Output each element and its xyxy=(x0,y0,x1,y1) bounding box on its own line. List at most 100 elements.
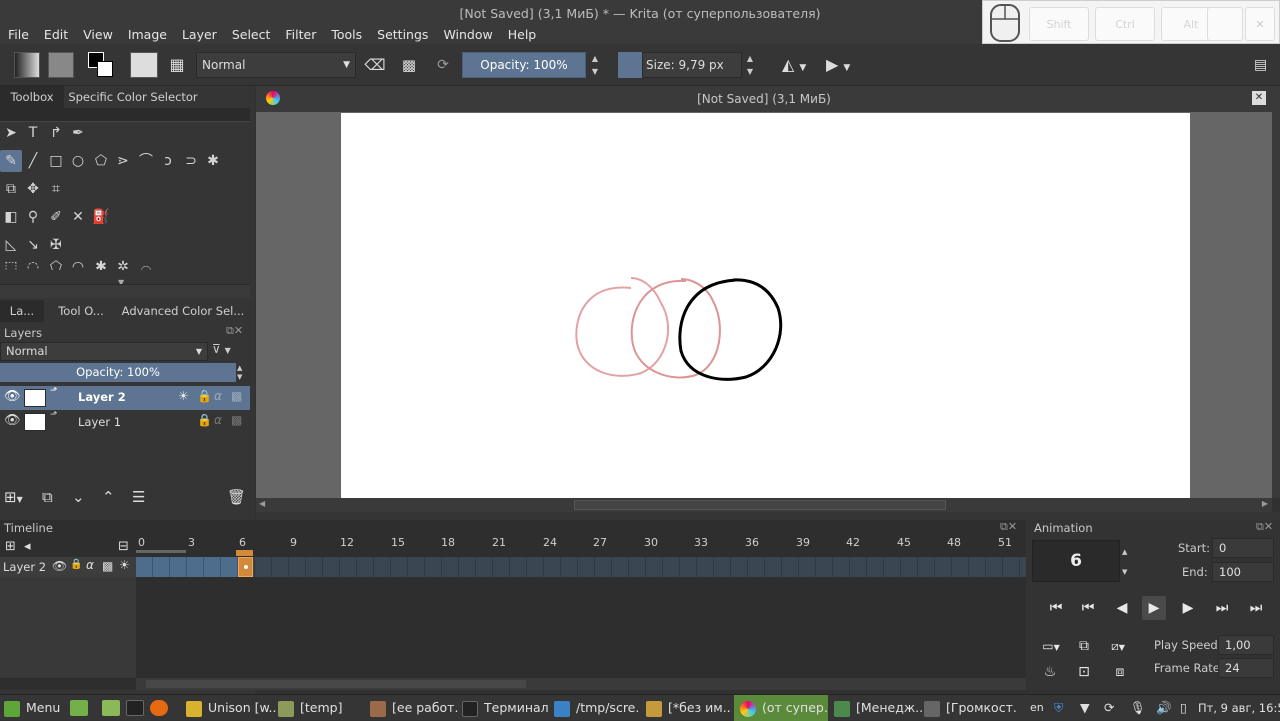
duplicate-keyframe-icon[interactable]: ⧉ xyxy=(1072,634,1096,658)
zoom-timeline-icon[interactable]: ⊟ xyxy=(118,539,129,554)
filled-frames[interactable] xyxy=(136,557,238,577)
pattern-swatch[interactable] xyxy=(48,52,74,78)
layer-row[interactable]: 👁 ⬏ Layer 1 🔒 α ▩ xyxy=(0,410,250,434)
opacity-slider[interactable]: Opacity: 100% xyxy=(462,52,586,78)
clock[interactable]: Пт, 9 авг, 16:53 xyxy=(1198,695,1280,721)
frame-ruler[interactable]: 0 3 6 9 12 15 18 21 24 27 30 33 36 39 42… xyxy=(136,536,1026,552)
network-icon[interactable]: ▼ xyxy=(1080,695,1090,721)
eraser-icon[interactable]: ⌫ xyxy=(364,52,386,78)
play-icon[interactable]: ▶ xyxy=(1142,596,1166,620)
layer-name[interactable]: Layer 2 xyxy=(78,390,126,404)
tab-tool-options[interactable]: Tool O... xyxy=(46,300,116,322)
terminal-icon[interactable] xyxy=(126,700,144,716)
volume-icon[interactable]: 🔊 xyxy=(1156,695,1172,721)
tab-advanced-color-selector[interactable]: Advanced Color Sel... xyxy=(118,300,248,322)
onion-skin-icon[interactable]: ☀ xyxy=(119,558,130,572)
lock-icon[interactable]: 🔒 xyxy=(197,389,212,403)
fg-bg-color-selector[interactable] xyxy=(88,52,114,78)
sync-icon[interactable]: ⟳ xyxy=(1104,695,1114,721)
mirror-vertical-icon[interactable]: ▶ ▼ xyxy=(826,52,862,78)
eye-icon[interactable]: 👁 xyxy=(4,389,21,404)
menu-view[interactable]: View xyxy=(75,26,120,44)
task-volume[interactable]: [Громкост... xyxy=(924,695,1018,721)
canvas-paper[interactable] xyxy=(341,113,1190,498)
crop-tool-icon[interactable]: ⌗ xyxy=(45,178,67,200)
current-frame-display[interactable]: 6 xyxy=(1032,540,1120,582)
alpha-lock-icon[interactable]: α xyxy=(86,558,94,572)
outline-select-icon[interactable]: ◠ xyxy=(67,256,89,270)
menu-settings[interactable]: Settings xyxy=(369,26,435,44)
brush-preset-icon[interactable] xyxy=(130,52,158,78)
task-terminal[interactable]: Терминал xyxy=(462,695,548,721)
size-spin[interactable]: ▲ ▼ xyxy=(743,52,757,78)
task-krita[interactable]: (от супер... xyxy=(734,695,828,721)
ellipse-select-icon[interactable]: ◌ xyxy=(22,256,44,270)
files-icon[interactable] xyxy=(102,700,120,716)
tab-specific-color-selector[interactable]: Specific Color Selector xyxy=(66,86,200,108)
docker-float-close-icon[interactable]: ⧉✕ xyxy=(226,324,243,338)
menu-window[interactable]: Window xyxy=(435,26,499,44)
timeline-hscrollbar[interactable] xyxy=(136,678,1026,690)
keyboard-layout[interactable]: en xyxy=(1030,695,1044,721)
previous-keyframe-icon[interactable]: ⏮ xyxy=(1076,596,1100,620)
onion-skins-icon[interactable]: ♨ xyxy=(1038,660,1062,684)
eye-icon[interactable]: 👁 xyxy=(4,413,21,428)
colorize-mask-icon[interactable]: ✕ xyxy=(67,206,89,228)
task-manager[interactable]: [Менедж... xyxy=(834,695,922,721)
move-tool-icon[interactable]: ✥ xyxy=(22,178,44,200)
layer-blend-mode-select[interactable]: Normal ▼ xyxy=(0,342,208,361)
start-menu-button[interactable]: Menu xyxy=(4,695,66,721)
menu-select[interactable]: Select xyxy=(224,26,278,44)
drop-frames-icon[interactable]: ⧈ xyxy=(1108,660,1132,684)
reload-preset-icon[interactable]: ⟳ xyxy=(432,52,454,78)
contiguous-select-icon[interactable]: ✱ xyxy=(90,256,112,270)
opacity-spin[interactable]: ▲ ▼ xyxy=(588,52,602,78)
polygon-tool-icon[interactable]: ⬠ xyxy=(90,150,112,172)
layer-opacity-spin[interactable]: ▲ ▼ xyxy=(237,364,242,382)
layer-filter-icon[interactable]: ⊽ ▼ xyxy=(212,342,231,356)
add-timeline-layer-icon[interactable]: ⊞ xyxy=(5,539,16,554)
edit-shapes-icon[interactable]: ↱ xyxy=(45,122,67,144)
ellipse-tool-icon[interactable]: ○ xyxy=(67,150,89,172)
battery-icon[interactable]: ▯ xyxy=(1180,695,1187,721)
rect-select-icon[interactable]: ⬚ xyxy=(0,256,22,270)
audio-icon[interactable]: ◂ xyxy=(24,539,31,554)
current-frame-cell[interactable] xyxy=(238,557,253,577)
next-keyframe-icon[interactable]: ⏭ xyxy=(1210,596,1234,620)
alpha-lock-icon[interactable]: α xyxy=(214,413,222,427)
onion-skin-icon[interactable]: ☀ xyxy=(178,389,189,403)
start-frame-input[interactable] xyxy=(1212,538,1274,558)
scrollbar-thumb[interactable] xyxy=(574,500,946,510)
reference-tool-icon[interactable]: ✠ xyxy=(45,234,67,256)
transform-tool-icon[interactable]: ⧉ xyxy=(0,178,22,200)
frame-track[interactable] xyxy=(136,557,1026,577)
frame-spin[interactable]: ▲ ▼ xyxy=(1122,542,1127,582)
alpha-lock-icon[interactable]: α xyxy=(214,389,222,403)
first-frame-icon[interactable]: ⏮ xyxy=(1044,596,1068,620)
assistant-tool-icon[interactable]: ↘ xyxy=(22,234,44,256)
smart-patch-icon[interactable]: ✐ xyxy=(45,206,67,228)
inherit-alpha-icon[interactable]: ▩ xyxy=(231,389,242,403)
similar-select-icon[interactable]: ✲ xyxy=(112,256,134,270)
tab-toolbox[interactable]: Toolbox xyxy=(0,86,64,108)
text-tool-icon[interactable]: T xyxy=(22,122,44,144)
toolbar-menu-icon[interactable]: ▤ xyxy=(1254,52,1274,78)
layer-opacity-slider[interactable]: Opacity: 100% xyxy=(0,363,236,382)
task-screenshot[interactable]: /tmp/scre... xyxy=(554,695,640,721)
preserve-alpha-icon[interactable]: ▩ xyxy=(398,52,420,78)
vertical-scrollbar[interactable] xyxy=(1272,86,1280,498)
select-shapes-icon[interactable]: ➤ xyxy=(0,122,22,144)
tab-layers[interactable]: La... xyxy=(0,300,44,322)
playhead[interactable] xyxy=(236,550,253,556)
menu-help[interactable]: Help xyxy=(500,26,544,44)
next-frame-icon[interactable]: ▶ xyxy=(1176,596,1200,620)
freehand-brush-icon[interactable]: ✎ xyxy=(0,150,22,172)
dynamic-brush-icon[interactable]: ⊃ xyxy=(180,150,202,172)
measure-tool-icon[interactable]: ◺ xyxy=(0,234,22,256)
docker-float-close-icon[interactable]: ⧉✕ xyxy=(1000,520,1017,534)
horizontal-scrollbar[interactable]: ◀ ▶ xyxy=(256,498,1272,512)
task-temp[interactable]: [temp] xyxy=(278,695,362,721)
rectangle-tool-icon[interactable]: □ xyxy=(45,150,67,172)
freehand-path-icon[interactable]: ↄ xyxy=(157,150,179,172)
blend-mode-select[interactable]: Normal ▼ xyxy=(196,52,356,78)
